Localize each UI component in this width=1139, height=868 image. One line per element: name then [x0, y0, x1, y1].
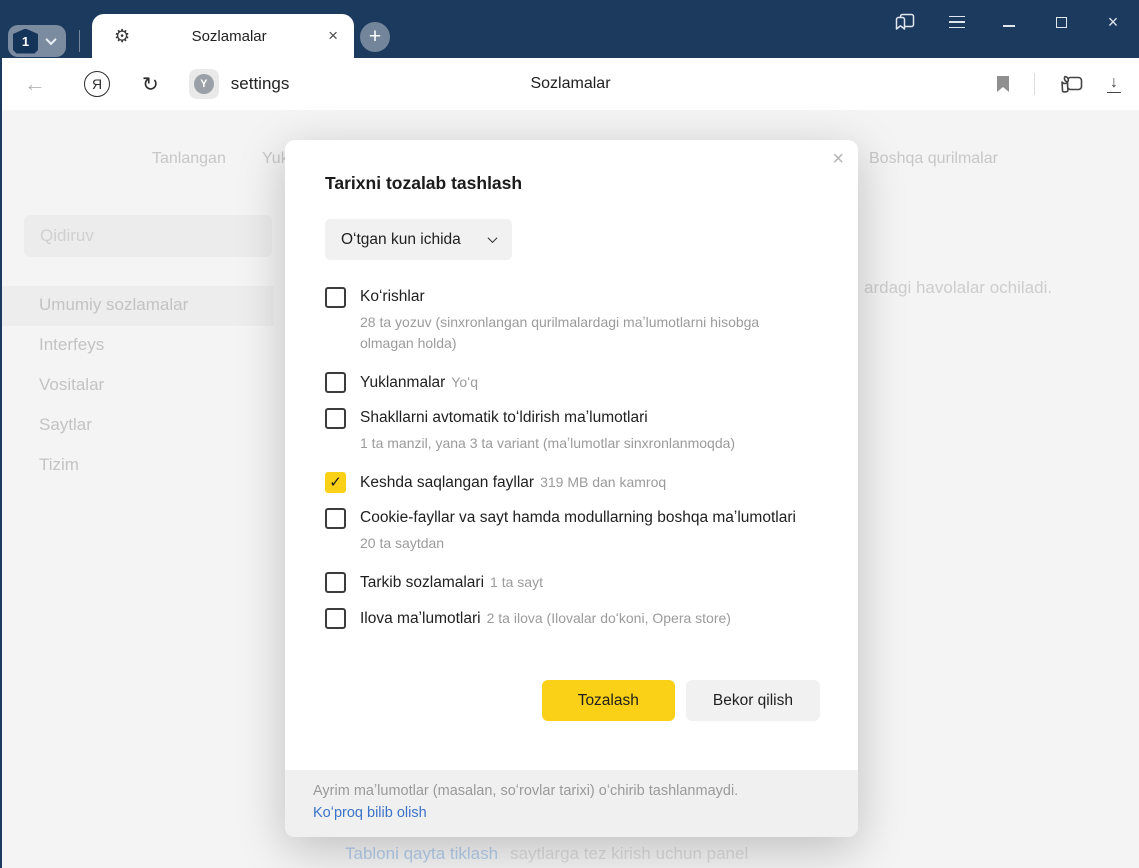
browser-top-bar: 1 ⚙ Sozlamalar × + × [0, 0, 1139, 58]
new-tab-button[interactable]: + [360, 22, 390, 52]
collections-icon[interactable] [1059, 74, 1083, 94]
tableau-description: saytlarga tez kirish uchun panel [510, 844, 749, 863]
clear-item-detail: 20 ta saytdan [360, 535, 445, 551]
menu-icon[interactable] [945, 10, 969, 34]
restore-tableau-link[interactable]: Tabloni qayta tiklash [345, 844, 498, 863]
settings-page-background: Tanlangan Yuklanmalar Boshqa qurilmalar … [2, 110, 1139, 868]
checkbox-unchecked[interactable] [325, 508, 346, 529]
settings-tab-boshqa-qurilmalar[interactable]: Boshqa qurilmalar [869, 150, 998, 168]
tab-counter-button[interactable]: 1 [8, 25, 66, 57]
download-icon[interactable]: ↓ [1107, 74, 1121, 94]
back-icon[interactable]: ← [24, 71, 46, 97]
clear-item-note: Yoʻq [451, 374, 479, 390]
checkbox-unchecked[interactable] [325, 372, 346, 393]
period-select-value: Oʻtgan kun ichida [341, 230, 461, 248]
clear-history-dialog: × Tarixni tozalab tashlash Oʻtgan kun ic… [285, 140, 858, 837]
dialog-close-icon[interactable]: × [832, 148, 844, 171]
clear-item-cache[interactable]: ✓ Keshda saqlangan fayllar 319 MB dan kam… [325, 471, 820, 494]
sidebar-item-vositalar[interactable]: Vositalar [39, 375, 104, 395]
clear-item-downloads[interactable]: Yuklanmalar Yoʻq [325, 371, 820, 394]
clear-item-label: Yuklanmalar [360, 374, 446, 391]
clear-item-label: Ilova maʼlumotlari [360, 610, 481, 627]
tab-sozlamalar[interactable]: ⚙ Sozlamalar × [92, 14, 354, 58]
clear-item-label: Shakllarni avtomatik toʻldirish maʼlumot… [360, 409, 648, 426]
clear-item-label: Cookie-fayllar va sayt hamda modullarnin… [360, 509, 796, 526]
bookmarks-panel-icon[interactable] [893, 10, 917, 34]
divider [1034, 73, 1035, 95]
sidebar-item-tizim[interactable]: Tizim [39, 455, 79, 475]
page-title: Sozlamalar [530, 75, 611, 92]
maximize-icon[interactable] [1049, 10, 1073, 34]
footer-disclaimer: Ayrim maʼlumotlar (masalan, soʻrovlar ta… [313, 783, 739, 799]
settings-search-input[interactable]: Qidiruv [24, 215, 272, 257]
search-placeholder: Qidiruv [40, 226, 94, 245]
checkbox-unchecked[interactable] [325, 608, 346, 629]
sidebar-item-saytlar[interactable]: Saytlar [39, 415, 92, 435]
yandex-logo-icon[interactable]: Я [84, 71, 110, 97]
clear-item-autofill[interactable]: Shakllarni avtomatik toʻldirish maʼlumot… [325, 407, 820, 458]
clear-item-note: 1 ta sayt [490, 574, 543, 590]
chevron-down-icon [487, 233, 498, 244]
url-text[interactable]: settings [231, 74, 290, 94]
address-bar: ← Я ↻ Y settings Sozlamalar ↓ [2, 58, 1139, 110]
learn-more-link[interactable]: Koʻproq bilib olish [313, 802, 818, 824]
refresh-icon[interactable]: ↻ [142, 72, 159, 97]
clear-item-content-settings[interactable]: Tarkib sozlamalari 1 ta sayt [325, 571, 820, 594]
background-text-fragment: ardagi havolalar ochiladi. [864, 278, 1053, 297]
minimize-icon[interactable] [997, 10, 1021, 34]
clear-item-note: 2 ta ilova (Ilovalar doʻkoni, Opera stor… [486, 610, 731, 626]
sidebar-item-interfeys[interactable]: Interfeys [39, 335, 104, 355]
checkbox-checked[interactable]: ✓ [325, 472, 346, 493]
site-icon: Y [188, 69, 219, 99]
gear-icon: ⚙ [114, 26, 131, 46]
checkbox-unchecked[interactable] [325, 408, 346, 429]
cancel-button[interactable]: Bekor qilish [685, 680, 820, 721]
tab-close-icon[interactable]: × [328, 26, 338, 46]
window-close-icon[interactable]: × [1101, 10, 1125, 34]
clear-item-detail: 1 ta manzil, yana 3 ta variant (maʼlumot… [360, 435, 736, 451]
checkbox-unchecked[interactable] [325, 572, 346, 593]
clear-item-cookies[interactable]: Cookie-fayllar va sayt hamda modullarnin… [325, 507, 820, 558]
dialog-title: Tarixni tozalab tashlash [325, 173, 523, 193]
clear-item-app-data[interactable]: Ilova maʼlumotlari 2 ta ilova (Ilovalar d… [325, 607, 820, 630]
sidebar-item-umumiy[interactable]: Umumiy sozlamalar [39, 295, 188, 315]
check-icon: ✓ [329, 474, 342, 491]
divider [79, 30, 80, 52]
settings-tab-tanlangan[interactable]: Tanlangan [152, 150, 226, 168]
bookmark-icon[interactable] [996, 75, 1010, 93]
clear-button[interactable]: Tozalash [541, 680, 675, 721]
clear-item-note: 319 MB dan kamroq [540, 474, 667, 490]
dialog-footer: Ayrim maʼlumotlar (masalan, soʻrovlar ta… [285, 770, 858, 837]
clear-item-label: Tarkib sozlamalari [360, 574, 485, 591]
checkbox-unchecked[interactable] [325, 287, 346, 308]
clear-item-label: Koʻrishlar [360, 288, 425, 305]
clear-item-views[interactable]: Koʻrishlar 28 ta yozuv (sinxronlangan qu… [325, 286, 820, 358]
clear-item-label: Keshda saqlangan fayllar [360, 474, 535, 491]
period-select[interactable]: Oʻtgan kun ichida [325, 219, 512, 260]
tab-count-badge: 1 [13, 28, 38, 54]
clear-item-detail: 28 ta yozuv (sinxronlangan qurilmalardag… [360, 314, 760, 351]
chevron-down-icon [45, 33, 57, 46]
tab-title: Sozlamalar [191, 27, 267, 45]
